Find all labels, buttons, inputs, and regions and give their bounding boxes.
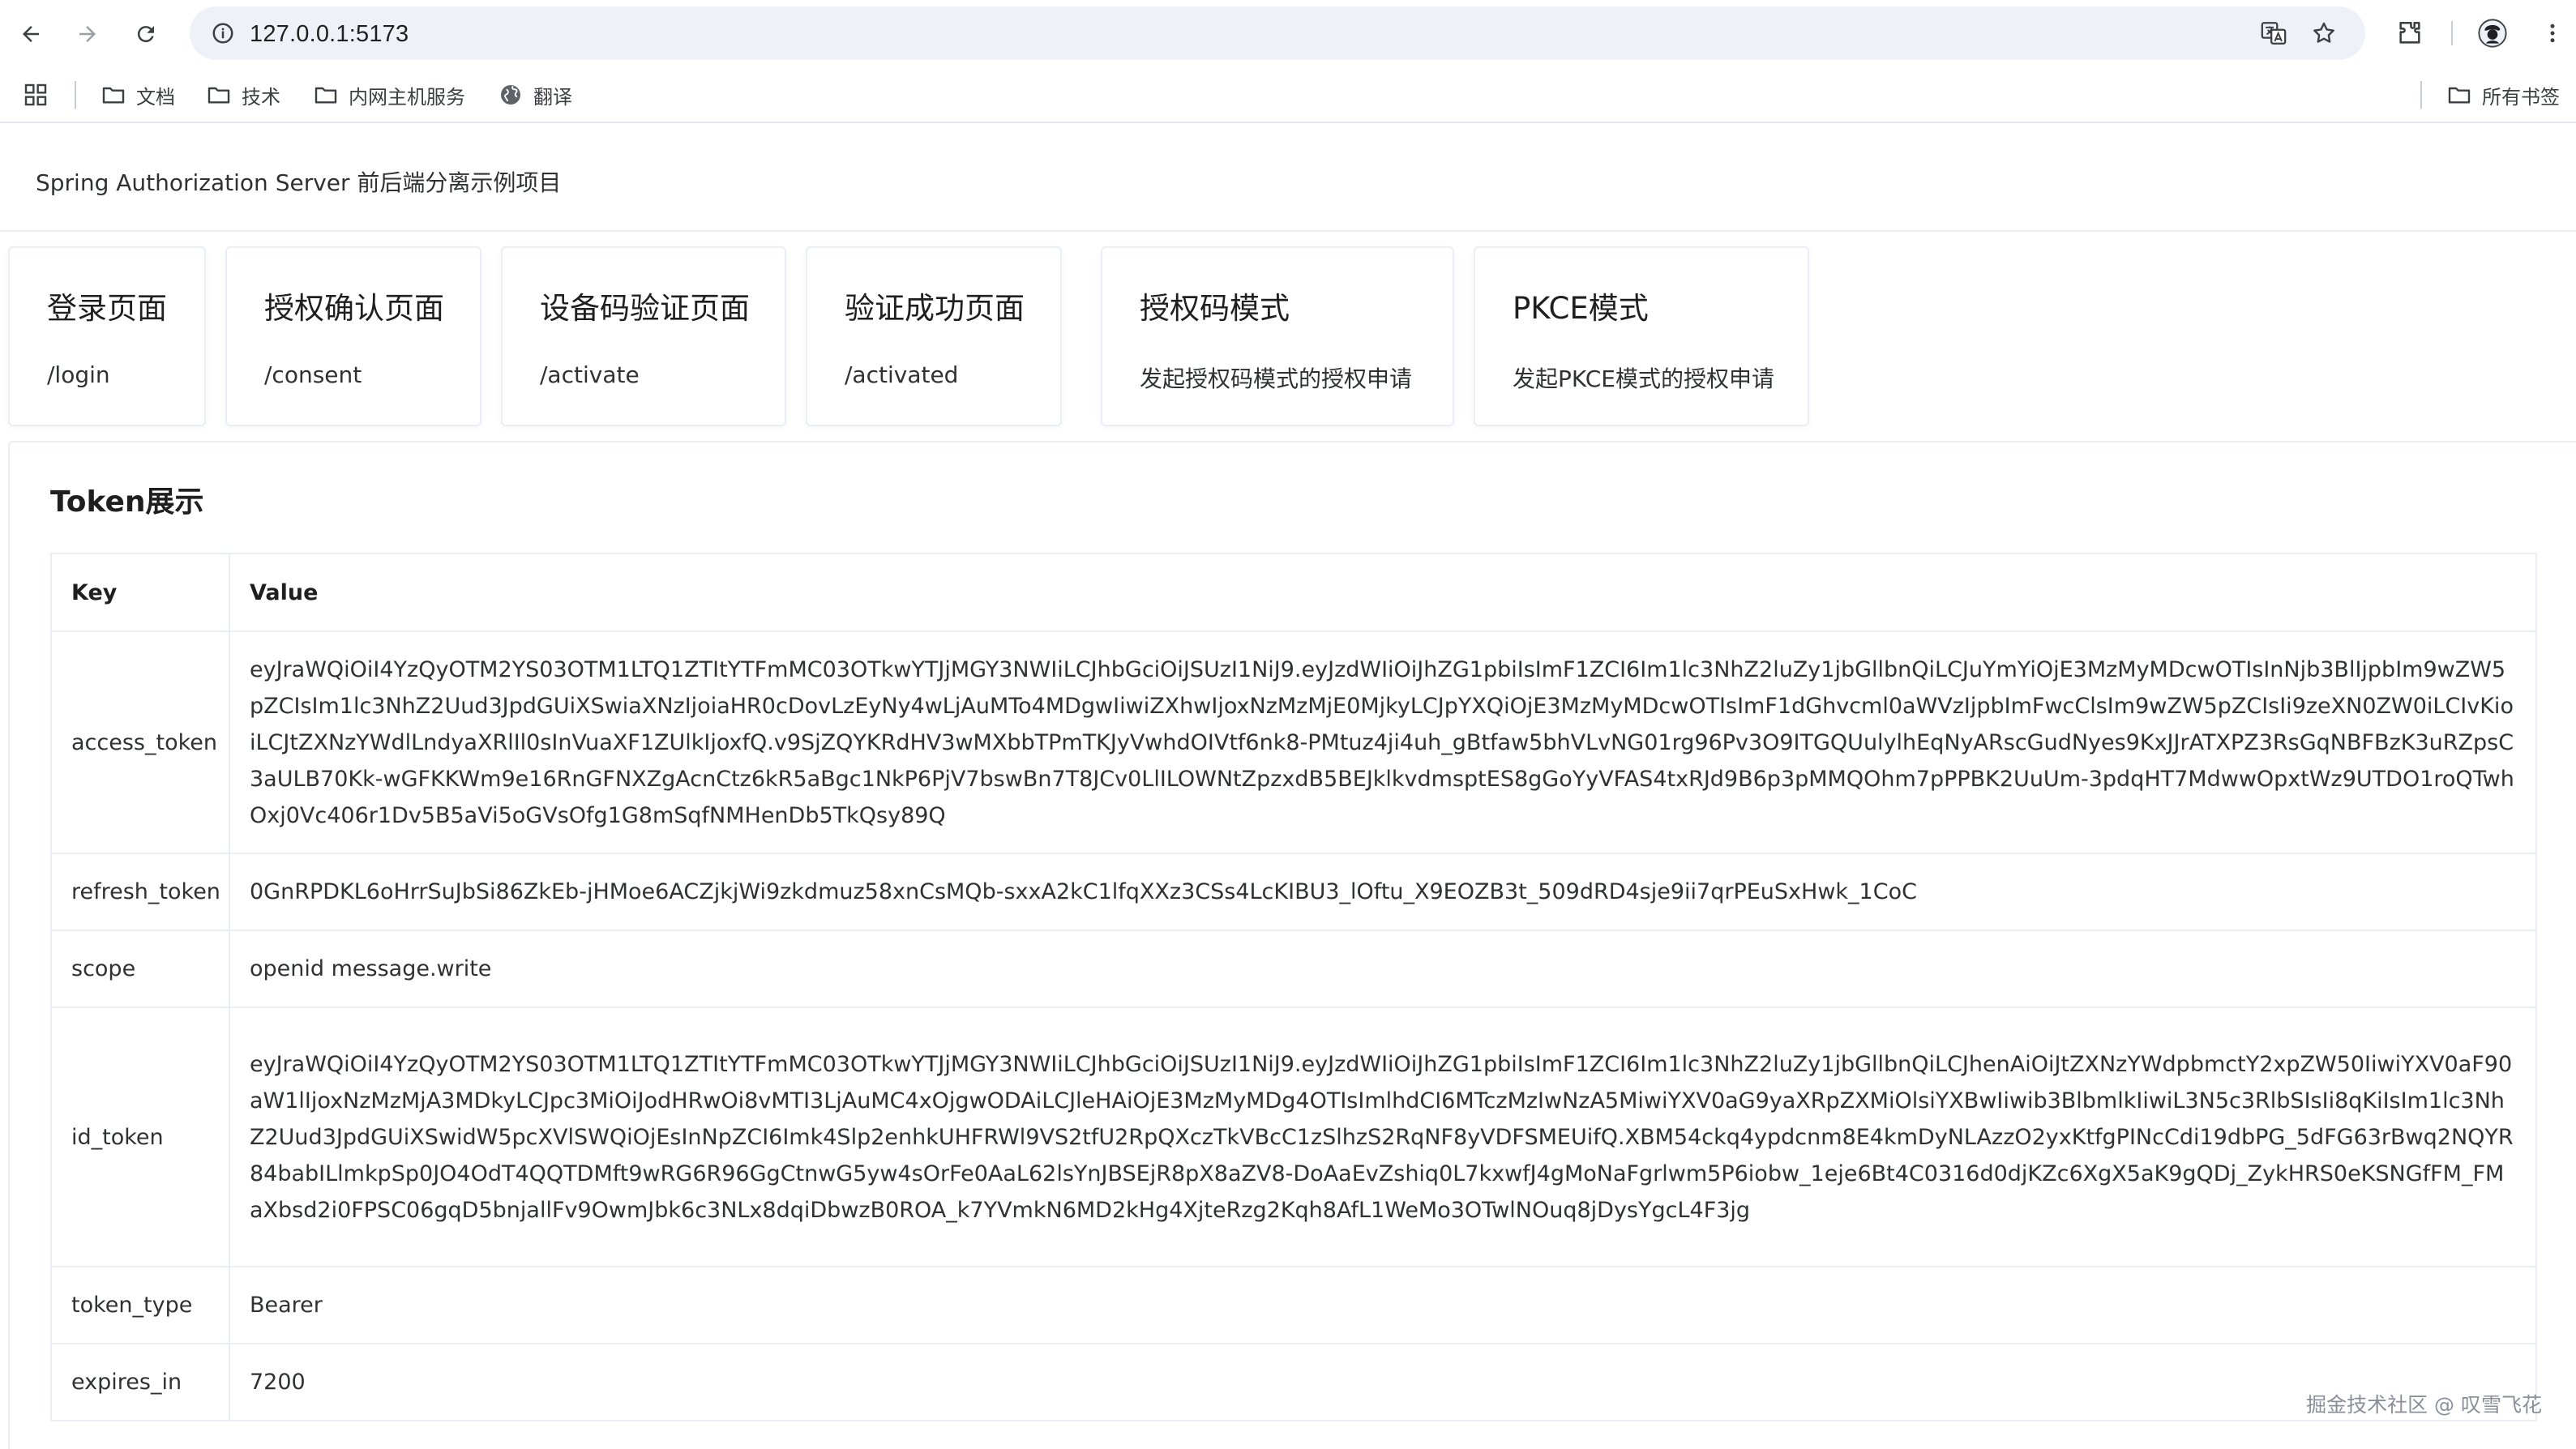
card-title: 授权码模式 bbox=[1140, 291, 1290, 326]
translate-icon bbox=[2261, 22, 2287, 45]
token-key: access_token bbox=[50, 630, 230, 854]
folder-icon bbox=[102, 87, 125, 104]
bookmark-translate[interactable]: 翻译 bbox=[498, 78, 572, 112]
card-title: 授权确认页面 bbox=[264, 291, 444, 326]
bookmarks-bar: 文档 技术 内网主机服务 翻译 所有书签 bbox=[0, 66, 2576, 123]
bookmark-label: 翻译 bbox=[533, 85, 572, 109]
card-consent-page[interactable]: 授权确认页面 /consent bbox=[225, 246, 481, 426]
forward-icon bbox=[79, 26, 96, 42]
app-header: Spring Authorization Server 前后端分离示例项目 bbox=[0, 125, 2576, 232]
extensions-icon bbox=[2399, 21, 2420, 44]
card-subtitle: /consent bbox=[264, 361, 362, 388]
card-title: 登录页面 bbox=[47, 291, 167, 326]
bookmark-star-button[interactable] bbox=[2307, 16, 2341, 50]
site-info-icon bbox=[212, 23, 233, 44]
card-pkce[interactable]: PKCE模式 发起PKCE模式的授权申请 bbox=[1474, 246, 1809, 426]
token-key: refresh_token bbox=[50, 853, 230, 931]
back-icon bbox=[23, 26, 39, 42]
card-login-page[interactable]: 登录页面 /login bbox=[8, 246, 206, 426]
card-subtitle: /activate bbox=[540, 361, 640, 388]
site-info-button[interactable] bbox=[204, 15, 242, 52]
card-activated-page[interactable]: 验证成功页面 /activated bbox=[806, 246, 1062, 426]
profile-icon bbox=[2478, 19, 2507, 48]
table-row: scope openid message.write bbox=[50, 930, 2537, 1008]
token-value: openid message.write bbox=[229, 930, 2537, 1008]
token-value: 0GnRPDKL6oHrrSuJbSi86ZkEb-jHMoe6ACZjkjWi… bbox=[229, 853, 2537, 931]
bookmark-docs[interactable]: 文档 bbox=[101, 78, 175, 112]
toolbar-separator bbox=[2451, 21, 2453, 45]
token-value: Bearer bbox=[229, 1266, 2537, 1344]
token-table: Key Value access_token eyJraWQiOiI4YzQyO… bbox=[50, 553, 2537, 1421]
folder-icon bbox=[315, 87, 337, 104]
folder-icon bbox=[2448, 87, 2471, 104]
bookmark-label: 内网主机服务 bbox=[349, 85, 465, 109]
token-key: token_type bbox=[50, 1266, 230, 1344]
table-row: token_type Bearer bbox=[50, 1266, 2537, 1344]
globe-icon bbox=[501, 85, 520, 105]
browser-menu-button[interactable] bbox=[2534, 15, 2571, 52]
card-subtitle: /login bbox=[47, 361, 110, 388]
table-row: expires_in 7200 bbox=[50, 1343, 2537, 1421]
bookmark-label: 技术 bbox=[242, 85, 280, 109]
token-panel-title: Token展示 bbox=[50, 485, 204, 519]
card-activate-page[interactable]: 设备码验证页面 /activate bbox=[501, 246, 786, 426]
card-title: 设备码验证页面 bbox=[540, 291, 750, 326]
bookmark-tech[interactable]: 技术 bbox=[206, 78, 280, 112]
all-bookmarks-button[interactable]: 所有书签 bbox=[2446, 78, 2560, 112]
all-bookmarks-label: 所有书签 bbox=[2482, 85, 2560, 109]
token-value: eyJraWQiOiI4YzQyOTM2YS03OTM1LTQ1ZTItYTFm… bbox=[229, 630, 2537, 854]
card-subtitle: /activated bbox=[845, 361, 959, 388]
token-value: eyJraWQiOiI4YzQyOTM2YS03OTM1LTQ1ZTItYTFm… bbox=[229, 1007, 2537, 1267]
browser-toolbar: 127.0.0.1:5173 bbox=[0, 0, 2576, 66]
card-subtitle: 发起PKCE模式的授权申请 bbox=[1513, 365, 1774, 392]
card-authorization-code[interactable]: 授权码模式 发起授权码模式的授权申请 bbox=[1101, 246, 1454, 426]
bookmarks-separator bbox=[2420, 81, 2422, 109]
table-row: refresh_token 0GnRPDKL6oHrrSuJbSi86ZkEb-… bbox=[50, 853, 2537, 931]
forward-button[interactable] bbox=[65, 11, 110, 57]
token-value: 7200 bbox=[229, 1343, 2537, 1421]
folder-icon bbox=[208, 87, 230, 104]
bookmarks-separator bbox=[75, 81, 76, 109]
reload-icon bbox=[137, 26, 154, 43]
back-button[interactable] bbox=[8, 11, 53, 57]
bookmark-label: 文档 bbox=[136, 85, 175, 109]
apps-grid-icon bbox=[24, 83, 47, 106]
menu-icon bbox=[2550, 24, 2555, 43]
token-key: id_token bbox=[50, 1007, 230, 1267]
app-title: Spring Authorization Server 前后端分离示例项目 bbox=[36, 169, 562, 196]
reload-button[interactable] bbox=[123, 11, 169, 57]
address-bar[interactable]: 127.0.0.1:5173 bbox=[190, 6, 2365, 60]
card-title: PKCE模式 bbox=[1513, 291, 1649, 326]
token-key: scope bbox=[50, 930, 230, 1008]
card-subtitle: 发起授权码模式的授权申请 bbox=[1140, 365, 1413, 392]
column-header-key: Key bbox=[50, 553, 230, 632]
column-header-value: Value bbox=[229, 553, 2537, 632]
token-panel: Token展示 Key Value access_token eyJraWQiO… bbox=[8, 441, 2576, 1449]
profile-button[interactable] bbox=[2474, 15, 2511, 52]
watermark: 掘金技术社区 @ 叹雪飞花 bbox=[2306, 1393, 2542, 1417]
bookmark-intranet-hosts[interactable]: 内网主机服务 bbox=[313, 78, 465, 112]
star-icon bbox=[2313, 22, 2334, 43]
table-header-row: Key Value bbox=[50, 553, 2537, 632]
url-text[interactable]: 127.0.0.1:5173 bbox=[250, 21, 409, 48]
extensions-button[interactable] bbox=[2391, 15, 2428, 52]
apps-button[interactable] bbox=[23, 78, 49, 112]
translate-button[interactable] bbox=[2257, 16, 2291, 50]
card-title: 验证成功页面 bbox=[845, 291, 1025, 326]
token-key: expires_in bbox=[50, 1343, 230, 1421]
table-row: access_token eyJraWQiOiI4YzQyOTM2YS03OTM… bbox=[50, 630, 2537, 854]
table-row: id_token eyJraWQiOiI4YzQyOTM2YS03OTM1LTQ… bbox=[50, 1007, 2537, 1267]
